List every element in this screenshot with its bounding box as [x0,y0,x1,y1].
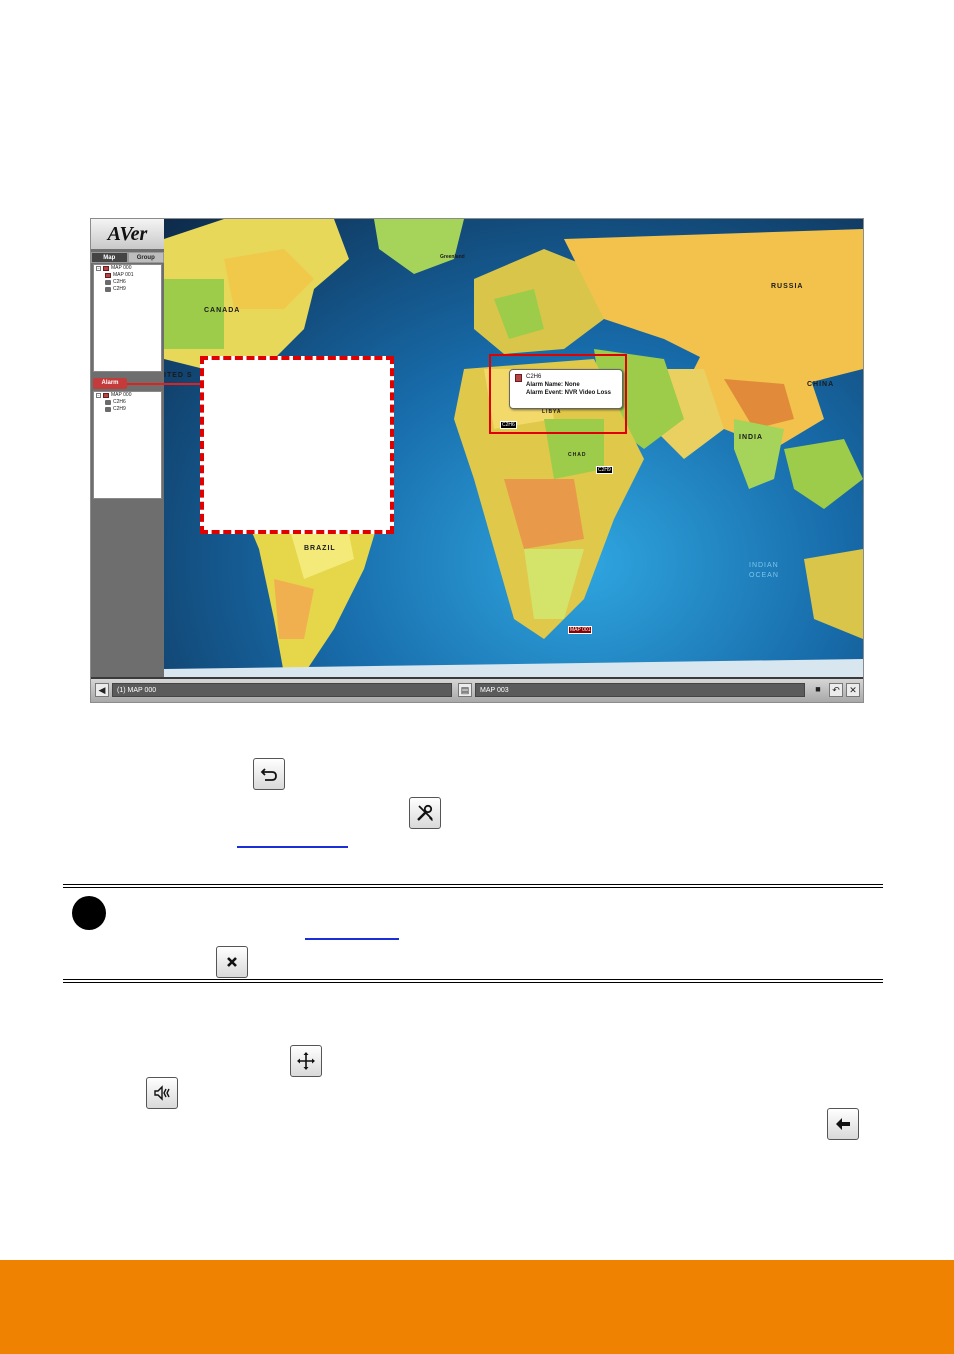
sidebar-tabs: Map Group [91,252,164,263]
map-tree-item-label: MAP 001 [113,272,134,278]
note-top-rule [63,884,883,885]
map-select-icon[interactable]: ▤ [458,683,472,697]
alarm-popup-name: Alarm Name: None [526,382,580,388]
note-bottom-rule [63,979,883,980]
map-label-china: CHINA [807,381,835,388]
left-arrow-icon [836,1118,850,1130]
tab-map[interactable]: Map [91,252,128,263]
expand-icon[interactable]: − [96,266,101,271]
expand-icon[interactable]: − [96,393,101,398]
tools-icon [417,804,433,821]
map-tree-item[interactable]: − MAP 000 [94,265,161,272]
alarm-tree-item[interactable]: C2H6 [94,399,161,406]
note-top-rule-2 [63,887,883,888]
alarm-button[interactable]: Alarm [93,378,127,389]
alarm-tree-item-label: C2H6 [113,399,126,405]
map-label-canada: CANADA [204,307,241,314]
map-label-brazil: BRAZIL [304,545,336,552]
map-label-greenland: Greenland [440,254,465,260]
camera-icon [105,280,111,285]
alarm-tree-panel: − MAP 000 C2H6 C2H9 [93,391,162,499]
back-button-icon [253,758,285,790]
camera-icon [105,287,111,292]
sidebar: AVer Map Group − MAP 000 MAP 001 C2H6 C2H9 A… [91,219,164,677]
note-icon [72,896,106,930]
callout-box [200,356,394,534]
map-tree-item-label: C2H9 [113,286,126,292]
alarm-popup: C2H6 Alarm Name: None Alarm Event: NVR V… [509,369,623,409]
map-label-indian-ocean: INDIAN OCEAN [749,562,779,579]
aver-logo: AVer [91,219,164,249]
map-tree-panel: − MAP 000 MAP 001 C2H6 C2H9 [93,264,162,372]
alarm-popup-title: C2H6 [526,374,542,380]
note-bottom-rule-2 [63,982,883,983]
map-tree-item[interactable]: C2H6 [94,279,161,286]
map-label-india: INDIA [739,434,764,441]
alarm-camera-icon [515,374,522,382]
link-underline-2[interactable] [305,938,399,940]
camera-icon [105,407,111,412]
map-tree-item[interactable]: MAP 001 [94,272,161,279]
left-arrow-button-icon [827,1108,859,1140]
move-icon [297,1052,315,1070]
map-tree-item[interactable]: C2H9 [94,286,161,293]
map-icon [103,393,109,398]
map-label-united-states: ITED S [164,372,193,379]
move-button-icon [290,1045,322,1077]
alarm-callout-arrow [127,379,207,389]
tools-button-icon [409,797,441,829]
tab-group[interactable]: Group [127,252,164,263]
alarm-tree-item[interactable]: C2H9 [94,406,161,413]
target-map-field: MAP 003 [475,683,805,697]
link-underline-1[interactable] [237,846,348,848]
map-icon [105,273,111,278]
camera-marker-c2h9[interactable]: C2H9 [596,466,613,474]
map-bottom-bar: ◀ (1) MAP 000 ▤ MAP 003 ■ ↶ ✕ [91,679,863,702]
close-button-icon [216,946,248,978]
camera-icon [105,400,111,405]
alarm-tree-item-label: MAP 000 [111,392,132,398]
return-icon[interactable]: ↶ [829,683,843,697]
back-arrow-icon [260,768,277,781]
alarm-tree-item[interactable]: − MAP 000 [94,392,161,399]
close-icon [227,957,237,967]
current-map-field: (1) MAP 000 [112,683,452,697]
alarm-tree-item-label: C2H9 [113,406,126,412]
map-label-russia: RUSSIA [771,283,804,290]
tools-small-icon[interactable]: ✕ [846,683,860,697]
page-footer-bar [0,1260,954,1354]
alarm-popup-event: Alarm Event: NVR Video Loss [526,390,611,396]
stop-icon[interactable]: ■ [811,683,825,697]
map-icon [103,266,109,271]
map-tree-item-label: MAP 000 [111,265,132,271]
prev-map-button[interactable]: ◀ [95,683,109,697]
speaker-button-icon [146,1077,178,1109]
map-marker-map001[interactable]: MAP 001 [568,626,593,634]
map-label-chad: CHAD [568,452,587,458]
speaker-icon [154,1085,170,1101]
map-tree-item-label: C2H6 [113,279,126,285]
